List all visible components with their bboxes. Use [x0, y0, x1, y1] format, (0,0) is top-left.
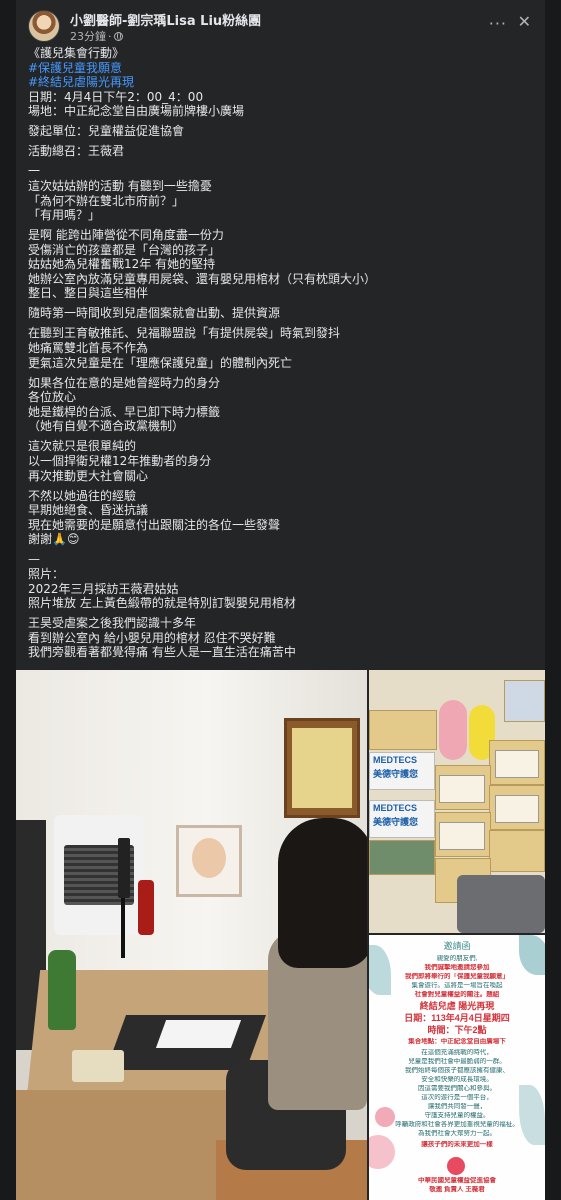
box-brand: MEDTECS: [373, 803, 418, 813]
post-body: 《護兒集會行動》 #保護兒童我願意 #終結兒虐陽光再現 日期：4月4日下午2：00_4…: [28, 46, 533, 665]
paragraph: 不然以她過往的經驗 早期她絕食、昏迷抗議 現在她需要的是願意付出跟關注的各位一些…: [28, 488, 281, 547]
hashtag-link[interactable]: #終結兒虐陽光再現: [28, 75, 134, 89]
post-timestamp[interactable]: 23分鐘: [70, 30, 106, 43]
globe-icon: [113, 32, 123, 41]
invitation-line: 我們誠摯地邀請您參加: [424, 964, 490, 971]
invitation-line: 讓孩子們的未來更加一樣: [421, 1141, 493, 1148]
invitation-line: 集會遊行。這將是一場旨在喚起: [411, 982, 503, 989]
invitation-line: 時間：下午2點: [427, 1025, 487, 1035]
paragraph: 在聽到王育敏推託、兒福聯盟說「有提供屍袋」時氣到發抖 她痛罵雙北首長不作為 更氣…: [28, 326, 341, 370]
paragraph: 隨時第一時間收到兒虐個案就會出動、提供資源: [28, 306, 281, 321]
invitation-line: 日期：113年4月4日星期四: [404, 1013, 510, 1023]
invitation-line: 守護支持兒童的權益。: [424, 1112, 490, 1119]
invitation-line: 在這個充滿挑戰的時代，: [421, 1049, 493, 1056]
invitation-line: 呼籲政府和社會各界更加重視兒童的福祉。: [395, 1121, 519, 1128]
paragraph: 一 這次姑姑辦的活動 有聽到一些擔憂 「為何不辦在雙北市府前？」 「有用嗎？」: [28, 164, 212, 223]
invitation-line: 集合地點：中正紀念堂自由廣場下: [408, 1038, 506, 1045]
page-name-link[interactable]: 小劉醫師-劉宗瑀Lisa Liu粉絲團: [70, 10, 261, 29]
photo-grid: MEDTECS 美德守護您 MEDTECS 美德守護您 邀請函 親愛的朋友們,: [16, 670, 545, 1200]
post-card: 小劉醫師-劉宗瑀Lisa Liu粉絲團 23分鐘 · ··· ✕ 《護兒集會行動》…: [16, 0, 545, 1200]
invitation-line: 我們即將舉行的「保護兒童我願意」: [405, 973, 509, 980]
paragraph: — 照片： 2022年三月採訪王薇君姑姑 照片堆放 左上黃色緞帶的就是特別訂製嬰…: [28, 552, 296, 611]
convener-text: 活動總召：王薇君: [28, 144, 125, 159]
invitation-line: 我們始終每個孩子都應該擁有健康、: [405, 1067, 509, 1074]
invitation-line: 社會對兒童權益的關注。題組: [414, 991, 500, 998]
paragraph: 如果各位在意的是她曾經時力的身分 各位放心 她是鐵桿的台派、早已卸下時力標籤 （…: [28, 375, 221, 434]
invitation-line: 讓我們共同發一聲，: [427, 1103, 487, 1110]
office-photo[interactable]: [16, 670, 367, 1200]
close-icon[interactable]: ✕: [518, 12, 531, 31]
invitation-org: 中華民國兒童權益促進協會: [418, 1177, 496, 1184]
hashtag-link[interactable]: #保護兒童我願意: [28, 61, 122, 75]
invitation-line: 兒童是我們社會中最脆弱的一群。: [408, 1058, 506, 1065]
invitation-title: 邀請函: [443, 941, 471, 951]
boxes-photo[interactable]: MEDTECS 美德守護您 MEDTECS 美德守護您: [369, 670, 545, 933]
paragraph: 這次就只是很單純的 以一個捍衛兒權12年推動者的身分 再次推動更大社會關心: [28, 439, 212, 483]
paragraph: 王昊受虐案之後我們認識十多年 看到辦公室內 給小嬰兒用的棺材 忍住不哭好難 我們…: [28, 616, 296, 660]
invitation-line: 因這需要我們關心和參與。: [418, 1085, 496, 1092]
more-options-icon[interactable]: ···: [489, 14, 507, 33]
event-venue: 場地：中正紀念堂自由廣場前牌樓小廣場: [28, 104, 245, 119]
post-header: 小劉醫師-劉宗瑀Lisa Liu粉絲團 23分鐘 · ··· ✕: [28, 8, 533, 44]
event-date: 日期：4月4日下午2：00_4：00: [28, 89, 204, 104]
box-brand: MEDTECS: [373, 755, 418, 765]
invitation-signature: 敬邀 負責人 王薇君: [429, 1186, 485, 1193]
heart-logo-icon: [447, 1157, 465, 1175]
box-slogan: 美德守護您: [373, 769, 419, 779]
post-title: 《護兒集會行動》: [28, 46, 125, 60]
box-slogan: 美德守護您: [373, 817, 419, 827]
organizer-text: 發起單位：兒童權益促進協會: [28, 124, 185, 139]
invitation-line: 安全和快樂的成長環境。: [421, 1076, 493, 1083]
invitation-line: 為我們社會大眾努力一起。: [418, 1130, 496, 1137]
invitation-line: 親愛的朋友們,: [436, 955, 478, 962]
invitation-line: 終結兒虐 陽光再現: [419, 1001, 495, 1011]
post-meta: 23分鐘 ·: [70, 28, 123, 44]
invitation-line: 這次的遊行是一個平台，: [421, 1094, 493, 1101]
invitation-image[interactable]: 邀請函 親愛的朋友們, 我們誠摯地邀請您參加 我們即將舉行的「保護兒童我願意」 …: [369, 935, 545, 1200]
paragraph: 是啊 能跨出陣營從不同角度盡一份力 受傷消亡的孩童都是「台灣的孩子」 姑姑她為兒…: [28, 228, 377, 301]
avatar[interactable]: [28, 10, 60, 42]
